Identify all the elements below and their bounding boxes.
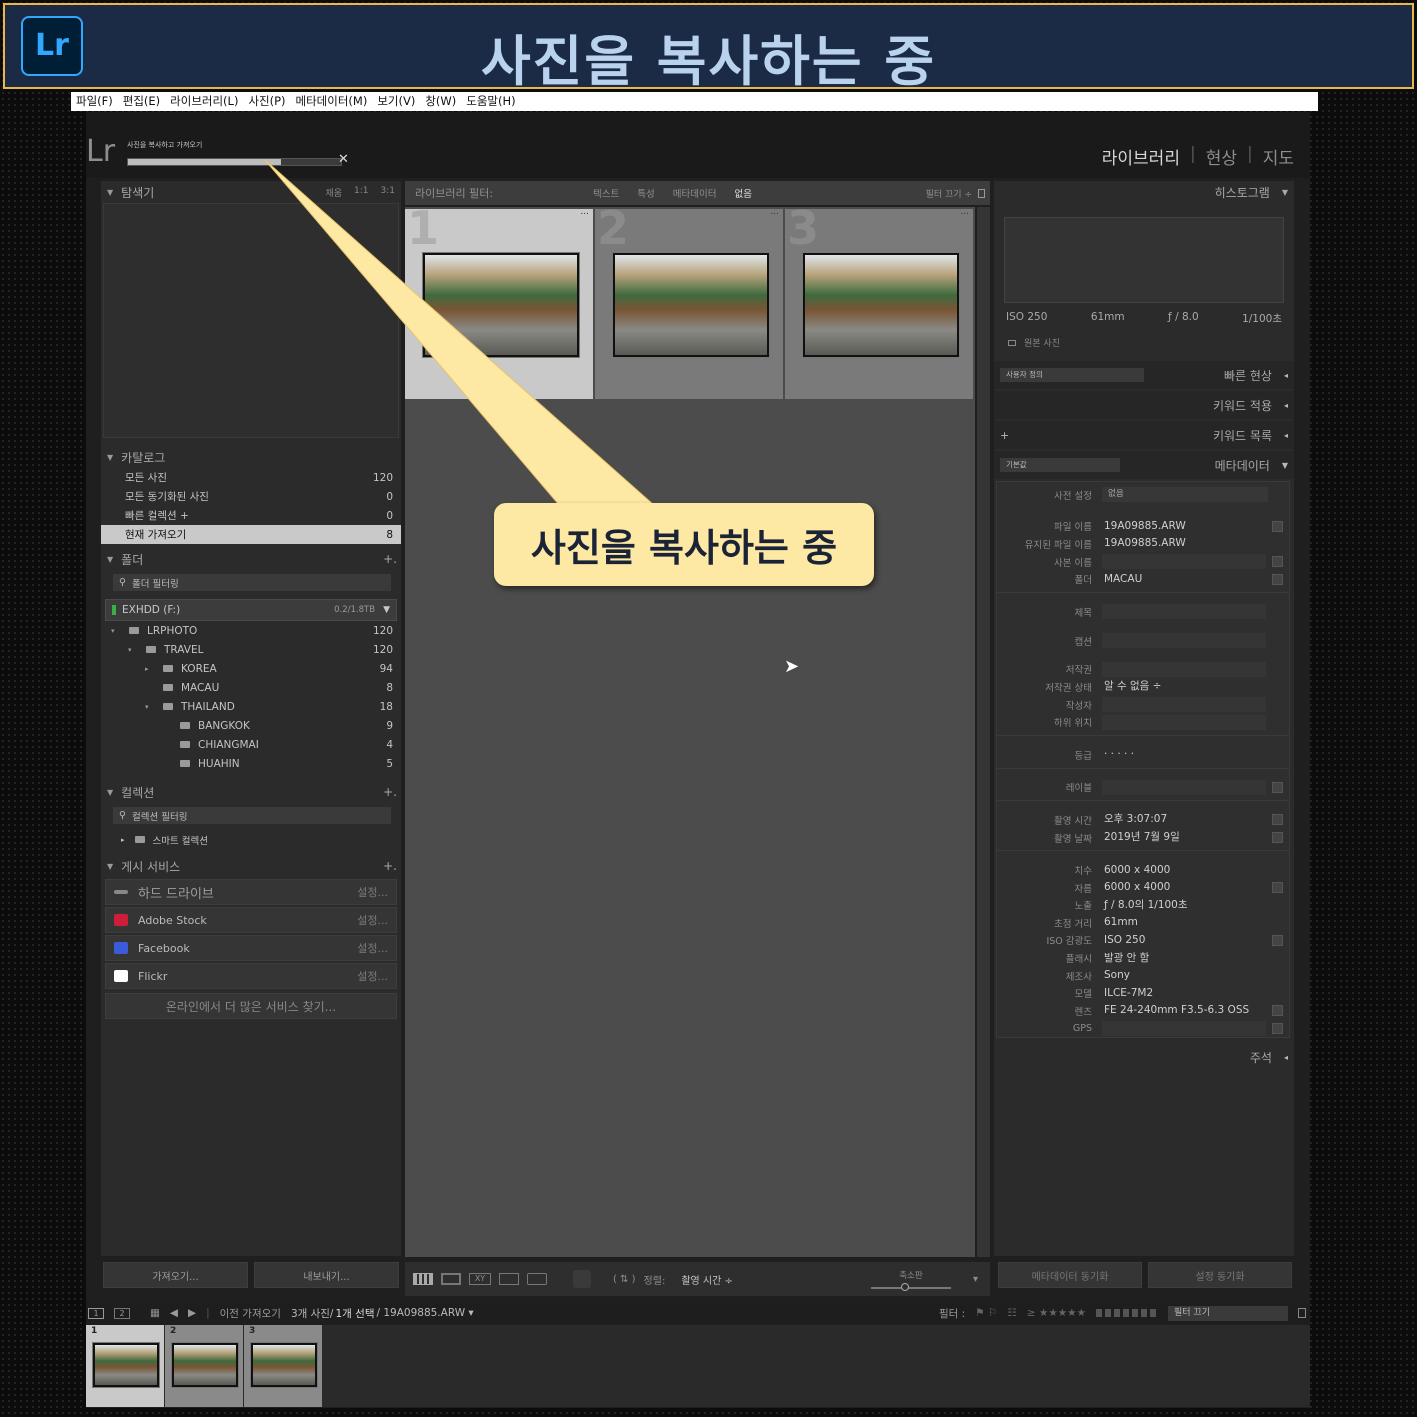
callout-tail	[264, 159, 657, 507]
callout-box: 사진을 복사하는 중	[494, 503, 874, 586]
mouse-cursor-icon: ➤	[784, 656, 800, 677]
callout-pointer	[264, 159, 657, 507]
